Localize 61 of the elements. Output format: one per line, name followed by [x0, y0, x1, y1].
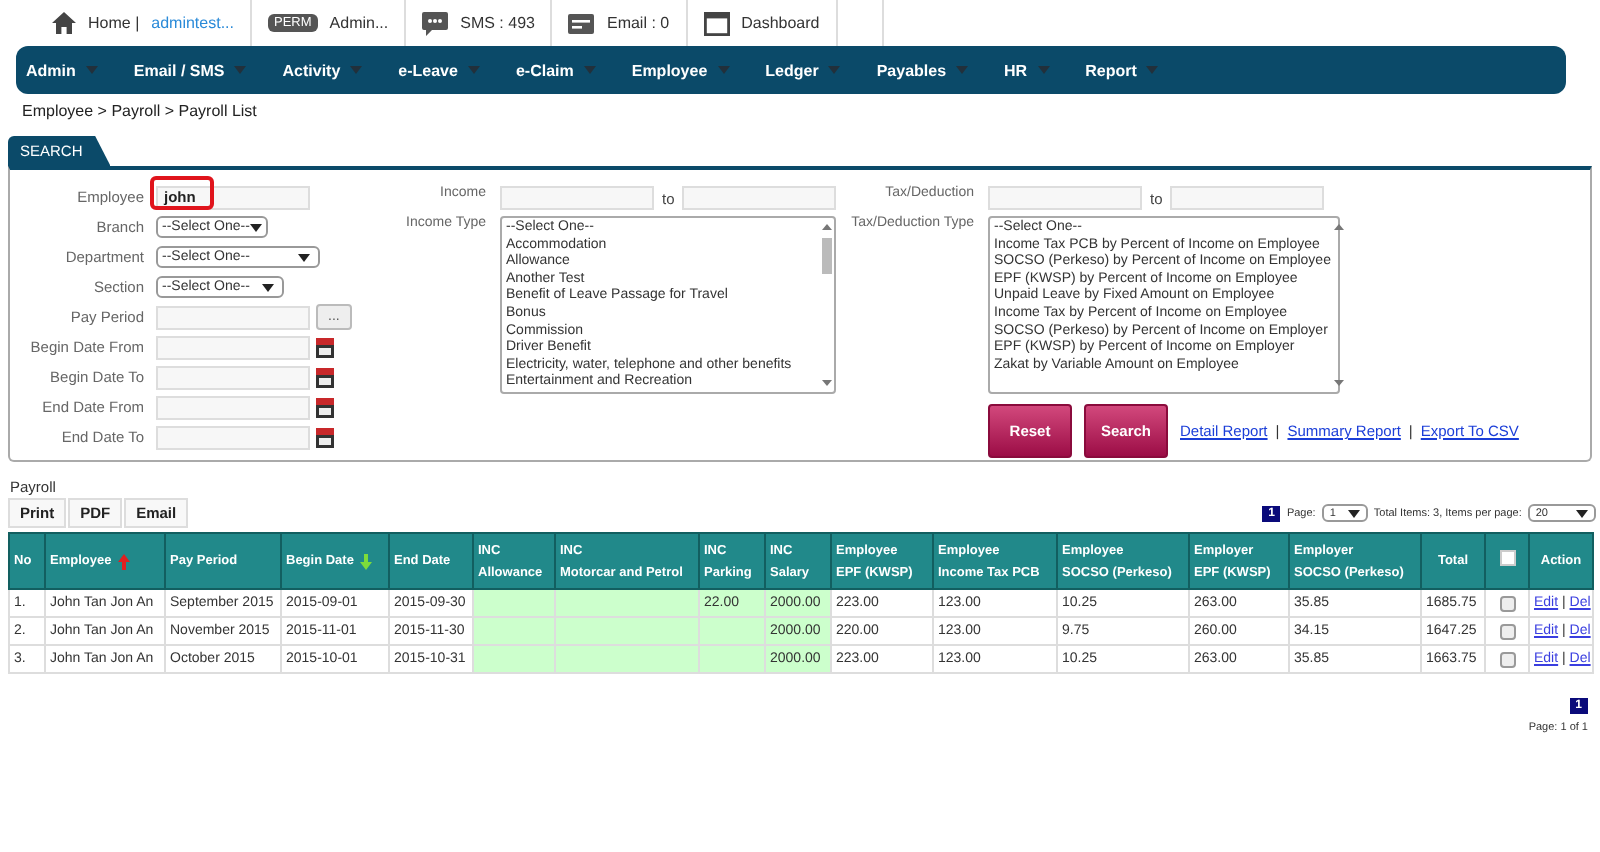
menu-item[interactable]: Email / SMS	[131, 46, 267, 94]
caret-icon	[85, 66, 98, 74]
menu-item[interactable]: Ledger	[763, 46, 861, 94]
user-link[interactable]: admintest...	[151, 14, 234, 32]
menu-item[interactable]: e-Claim	[513, 46, 616, 94]
date-field[interactable]	[156, 365, 310, 389]
topbar-label[interactable]: Home |	[88, 14, 140, 32]
menu-item[interactable]: Report	[1083, 46, 1179, 94]
scroll-up-icon	[821, 224, 832, 230]
caret-icon	[350, 66, 363, 74]
caret-icon	[956, 66, 969, 74]
scroll-down-icon	[1334, 380, 1345, 386]
calendar-icon	[316, 367, 334, 387]
calendar-icon	[316, 397, 334, 417]
topbar-label[interactable]: Admin...	[329, 14, 389, 32]
input-field[interactable]	[1170, 186, 1325, 210]
input-field[interactable]	[156, 305, 310, 329]
date-field[interactable]	[156, 395, 310, 419]
caret-icon	[1146, 66, 1159, 74]
scroll-thumb[interactable]	[821, 238, 832, 274]
input-field[interactable]	[500, 186, 654, 210]
sort-down-icon[interactable]	[359, 553, 372, 569]
menu-item[interactable]: Employee	[629, 46, 750, 94]
topbar-label[interactable]: SMS : 493	[460, 14, 535, 32]
row-checkbox[interactable]	[1499, 595, 1515, 611]
caret-icon	[249, 223, 262, 231]
input-field[interactable]	[682, 186, 837, 210]
caret-icon	[298, 253, 310, 261]
date-field[interactable]	[156, 335, 310, 359]
caret-icon	[1576, 509, 1588, 517]
row-checkbox[interactable]	[1499, 651, 1515, 667]
topbar-label[interactable]: Dashboard	[741, 14, 820, 32]
caret-icon	[583, 66, 596, 74]
menu-item[interactable]: Activity	[280, 46, 383, 94]
caret-icon	[467, 66, 480, 74]
chat-bubble-icon	[422, 11, 449, 35]
menu-item[interactable]: HR	[1002, 46, 1070, 94]
sort-up-icon[interactable]	[117, 553, 130, 569]
calendar-icon	[316, 427, 334, 447]
scroll-down-icon	[821, 380, 832, 386]
caret-icon	[1347, 509, 1360, 517]
menu-item[interactable]: Admin	[24, 46, 118, 94]
list-box[interactable]	[988, 216, 1340, 394]
topbar-label[interactable]: Email : 0	[606, 14, 670, 32]
calendar-icon	[316, 337, 334, 357]
caret-icon	[234, 66, 247, 74]
select-all-checkbox[interactable]	[1499, 549, 1515, 565]
window-icon	[703, 11, 730, 35]
caret-icon	[828, 66, 841, 74]
breadcrumb: Employee > Payroll > Payroll List	[22, 102, 257, 120]
input-field[interactable]	[988, 186, 1142, 210]
home-icon	[52, 12, 76, 34]
caret-icon	[262, 283, 274, 291]
menu-item[interactable]: Payables	[874, 46, 989, 94]
scroll-up-icon	[1334, 224, 1345, 230]
row-checkbox[interactable]	[1499, 623, 1515, 639]
caret-icon	[1037, 66, 1050, 74]
menu-item[interactable]: e-Leave	[396, 46, 500, 94]
caret-icon	[717, 66, 730, 74]
envelope-icon	[568, 13, 595, 33]
date-field[interactable]	[156, 425, 310, 449]
